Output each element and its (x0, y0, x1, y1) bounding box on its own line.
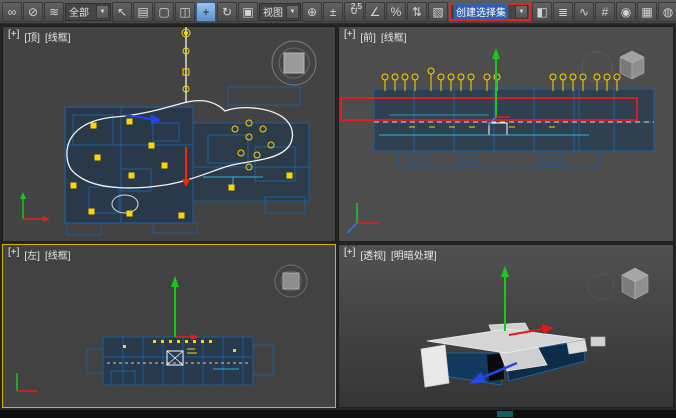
world-axis (20, 192, 50, 222)
viewport-menu-button[interactable]: [+] (8, 29, 19, 44)
viewport-front[interactable]: [+] [前] [线框] (338, 26, 674, 242)
selection-filter-dropdown[interactable]: 全部 ▼ (65, 3, 111, 21)
viewcube[interactable] (588, 268, 648, 300)
select-and-manipulate-icon[interactable]: ± (323, 2, 343, 22)
curve-editor-icon[interactable]: ∿ (574, 2, 594, 22)
viewport-left-label: [+] [左] [线框] (8, 247, 71, 262)
viewport-shading-button[interactable]: [线框] (45, 29, 71, 44)
wireframe-geometry (374, 89, 654, 167)
selection-filter-dropdown-value: 全部 (69, 4, 89, 19)
select-and-link-icon[interactable]: ∞ (2, 2, 22, 22)
main-toolbar: ∞⊘≋全部▼↖▤▢◫+↻▣视图▼⊕±∪2.5∠%⇅▧创建选择集▼◧≣∿#◉▦◍ (0, 0, 676, 24)
reference-coordinate-dropdown-arrow-icon[interactable]: ▼ (286, 5, 299, 19)
viewcube[interactable] (272, 41, 316, 85)
named-selection-dropdown-arrow-icon[interactable]: ▼ (515, 5, 528, 19)
schematic-view-icon[interactable]: # (595, 2, 615, 22)
select-and-rotate-icon[interactable]: ↻ (217, 2, 237, 22)
select-and-scale-icon[interactable]: ▣ (238, 2, 258, 22)
perspective-viewport-canvas[interactable] (339, 245, 673, 407)
render-production-icon[interactable]: ◍ (658, 2, 676, 22)
window-crossing-icon[interactable]: ◫ (175, 2, 195, 22)
viewport-left[interactable]: [+] [左] [线框] (2, 244, 336, 408)
world-axis (17, 373, 37, 391)
viewport-pov-button[interactable]: [左] (24, 247, 40, 262)
world-axis (347, 203, 379, 233)
snaps-toggle-icon-label: 2.5 (351, 3, 362, 11)
named-selection-dropdown[interactable]: 创建选择集 ▼ (449, 3, 531, 21)
viewport-top-label: [+] [顶] [线框] (8, 29, 71, 44)
front-viewport-canvas[interactable] (339, 27, 674, 242)
spinner-snap-icon[interactable]: ⇅ (407, 2, 427, 22)
3dsmax-window: ∞⊘≋全部▼↖▤▢◫+↻▣视图▼⊕±∪2.5∠%⇅▧创建选择集▼◧≣∿#◉▦◍ … (0, 0, 676, 418)
named-selection-dropdown-value: 创建选择集 (454, 4, 508, 19)
bind-to-space-warp-icon[interactable]: ≋ (44, 2, 64, 22)
use-pivot-point-icon[interactable]: ⊕ (302, 2, 322, 22)
angle-snap-icon[interactable]: ∠ (365, 2, 385, 22)
top-viewport-canvas[interactable] (3, 27, 336, 242)
percent-snap-icon[interactable]: % (386, 2, 406, 22)
bottom-strip (0, 410, 676, 418)
viewcube[interactable] (275, 265, 307, 297)
viewport-menu-button[interactable]: [+] (8, 247, 19, 262)
left-viewport-canvas[interactable] (3, 245, 335, 407)
viewport-pov-button[interactable]: [透视] (360, 247, 386, 262)
viewport-perspective[interactable]: [+] [透视] [明暗处理] (338, 244, 674, 408)
reference-coordinate-dropdown[interactable]: 视图▼ (259, 3, 301, 21)
transform-gizmo[interactable] (171, 276, 199, 340)
viewport-front-label: [+] [前] [线框] (344, 29, 407, 44)
selection-region-icon[interactable]: ▢ (154, 2, 174, 22)
viewport-shading-button[interactable]: [线框] (381, 29, 407, 44)
mirror-icon[interactable]: ◧ (532, 2, 552, 22)
viewport-menu-button[interactable]: [+] (344, 29, 355, 44)
viewport-pov-button[interactable]: [前] (360, 29, 376, 44)
align-icon[interactable]: ≣ (553, 2, 573, 22)
viewcube[interactable] (582, 51, 644, 82)
viewport-menu-button[interactable]: [+] (344, 247, 355, 262)
viewport-shading-button[interactable]: [线框] (45, 247, 71, 262)
viewport-top[interactable]: [+] [顶] [线框] (2, 26, 336, 242)
unlink-selection-icon[interactable]: ⊘ (23, 2, 43, 22)
material-editor-icon[interactable]: ◉ (616, 2, 636, 22)
select-by-name-icon[interactable]: ▤ (133, 2, 153, 22)
wireframe-geometry (87, 337, 273, 385)
edit-named-selection-icon[interactable]: ▧ (428, 2, 448, 22)
reference-coordinate-dropdown-value: 视图 (263, 4, 283, 19)
taskbar-sliver (497, 411, 513, 417)
viewport-perspective-label: [+] [透视] [明暗处理] (344, 247, 437, 262)
selection-filter-dropdown-arrow-icon[interactable]: ▼ (96, 5, 109, 19)
viewport-pov-button[interactable]: [顶] (24, 29, 40, 44)
select-object-icon[interactable]: ↖ (112, 2, 132, 22)
render-setup-icon[interactable]: ▦ (637, 2, 657, 22)
shaded-model (421, 323, 605, 387)
select-and-move-icon[interactable]: + (196, 2, 216, 22)
viewport-shading-button[interactable]: [明暗处理] (391, 247, 437, 262)
snaps-toggle-icon[interactable]: ∪2.5 (344, 2, 364, 22)
